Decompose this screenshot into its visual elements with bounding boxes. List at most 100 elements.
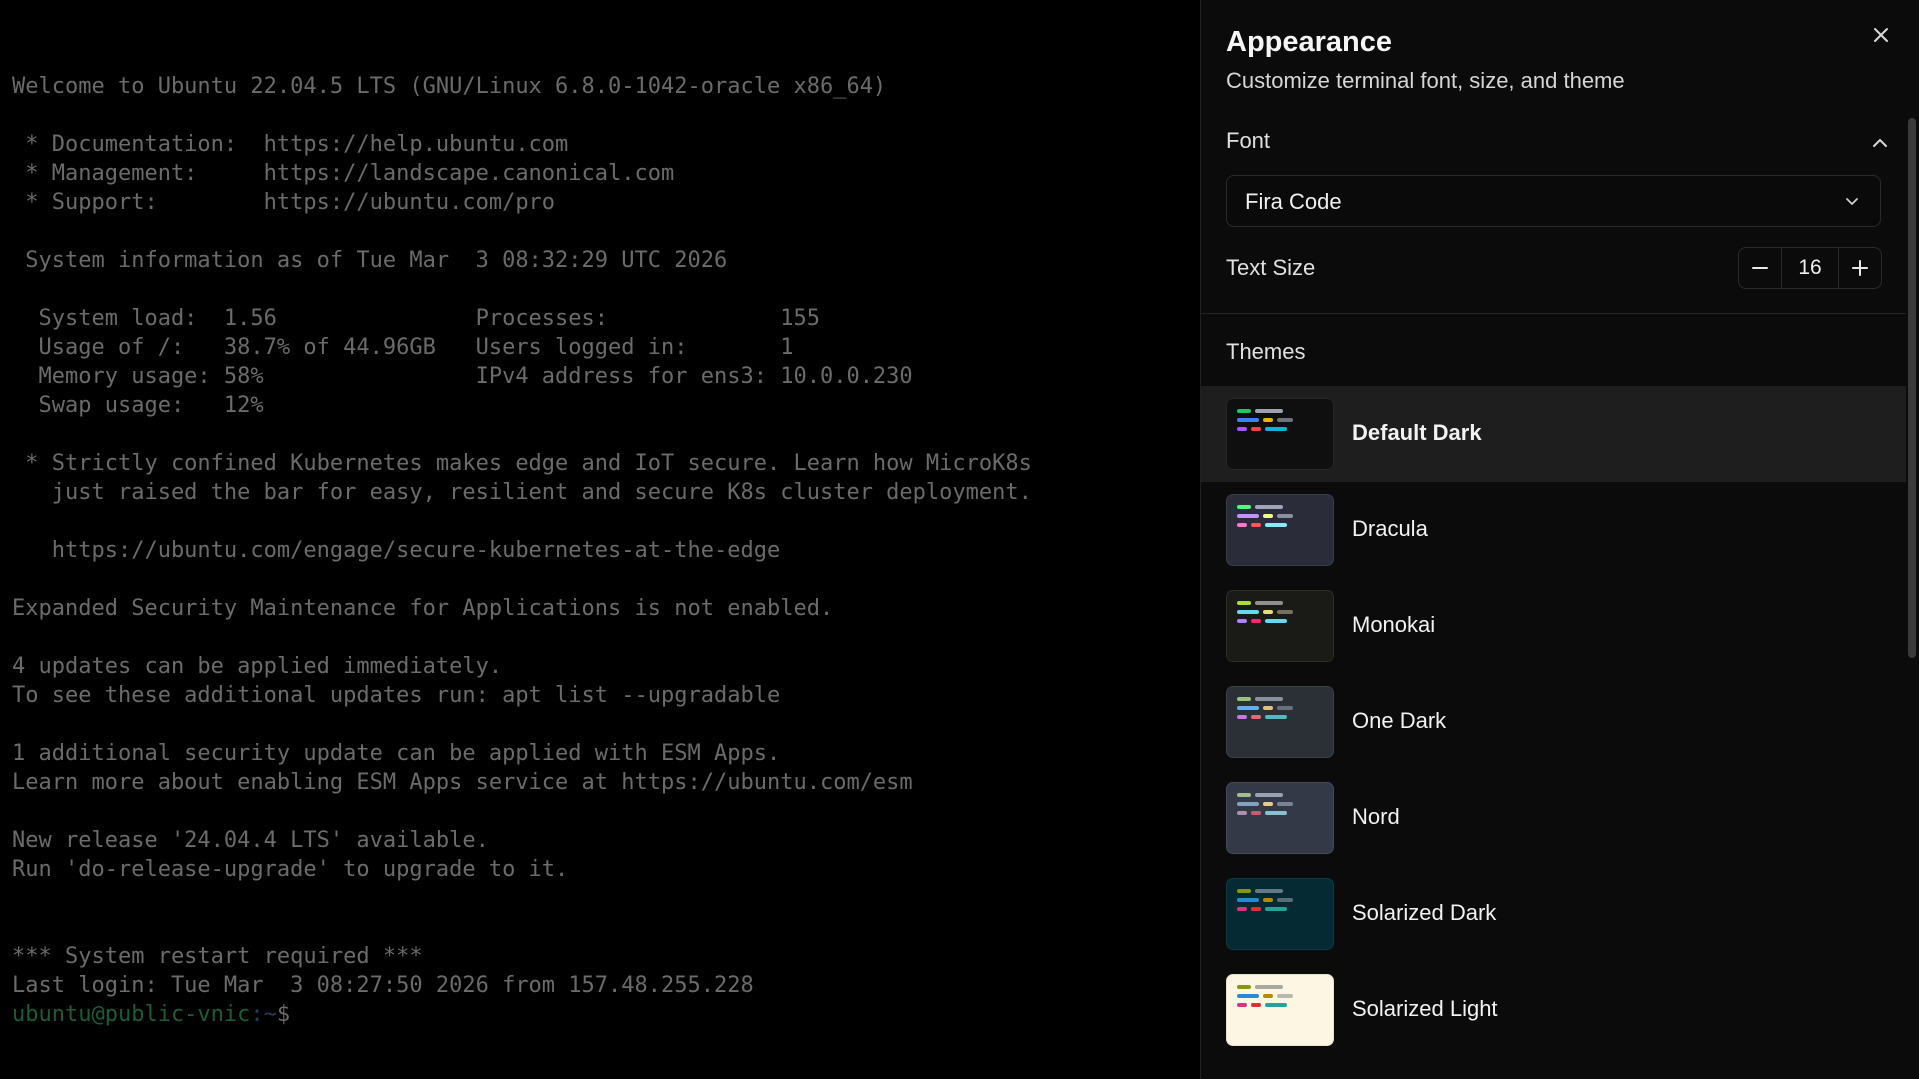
preview-bar	[1265, 811, 1287, 815]
font-section-label: Font	[1226, 128, 1271, 153]
preview-bar	[1277, 994, 1293, 998]
preview-bar	[1265, 907, 1287, 911]
prompt-symbol: $	[276, 1002, 291, 1027]
theme-name: Default Dark	[1352, 420, 1482, 445]
preview-bar	[1263, 514, 1273, 518]
theme-name: One Dark	[1352, 708, 1447, 733]
preview-bar	[1277, 418, 1293, 422]
appearance-panel: Appearance Customize terminal font, size…	[1200, 0, 1919, 1079]
theme-name: Monokai	[1352, 612, 1436, 637]
font-select[interactable]: Fira Code	[1226, 175, 1881, 227]
preview-bar	[1263, 898, 1273, 902]
theme-name: Solarized Light	[1352, 996, 1498, 1021]
theme-preview-thumbnail	[1226, 494, 1334, 566]
preview-bar	[1265, 715, 1287, 719]
preview-bar	[1237, 793, 1251, 797]
preview-bar	[1251, 619, 1261, 623]
preview-bar	[1265, 427, 1287, 431]
preview-bar	[1237, 994, 1259, 998]
preview-bar	[1237, 898, 1259, 902]
themes-list: Default Dark Dracula Monokai One Dark Nord So…	[1201, 386, 1906, 1058]
preview-bar	[1251, 715, 1261, 719]
theme-item-one-dark[interactable]: One Dark	[1201, 674, 1906, 770]
preview-bar	[1237, 907, 1247, 911]
theme-item-solarized-light[interactable]: Solarized Light	[1201, 962, 1906, 1058]
theme-item-solarized-dark[interactable]: Solarized Dark	[1201, 866, 1906, 962]
prompt-path: :~	[250, 1002, 277, 1027]
preview-bar	[1255, 889, 1283, 893]
terminal-window[interactable]: Welcome to Ubuntu 22.04.5 LTS (GNU/Linux…	[0, 0, 1200, 1079]
preview-bar	[1237, 985, 1251, 989]
theme-preview-thumbnail	[1226, 878, 1334, 950]
text-size-label: Text Size	[1226, 255, 1316, 280]
chevron-down-icon	[1842, 191, 1862, 211]
preview-bar	[1237, 619, 1247, 623]
preview-bar	[1251, 907, 1261, 911]
preview-bar	[1265, 523, 1287, 527]
decrease-size-button[interactable]	[1739, 248, 1781, 288]
theme-item-monokai[interactable]: Monokai	[1201, 578, 1906, 674]
preview-bar	[1237, 418, 1259, 422]
preview-bar	[1237, 697, 1251, 701]
panel-title: Appearance	[1226, 26, 1393, 58]
preview-bar	[1237, 1003, 1247, 1007]
theme-preview-thumbnail	[1226, 782, 1334, 854]
close-icon[interactable]	[1866, 20, 1896, 50]
theme-name: Nord	[1352, 804, 1400, 829]
preview-bar	[1251, 427, 1261, 431]
preview-bar	[1255, 985, 1283, 989]
terminal-output: Welcome to Ubuntu 22.04.5 LTS (GNU/Linux…	[12, 74, 1032, 1027]
theme-item-default-dark[interactable]: Default Dark	[1201, 386, 1906, 482]
theme-name: Solarized Dark	[1352, 900, 1497, 925]
scrollbar-thumb[interactable]	[1908, 118, 1916, 658]
font-select-value: Fira Code	[1245, 189, 1342, 214]
preview-bar	[1277, 898, 1293, 902]
prompt-user: ubuntu@public-vnic	[12, 1002, 251, 1027]
preview-bar	[1255, 409, 1283, 413]
preview-bar	[1277, 610, 1293, 614]
preview-bar	[1277, 514, 1293, 518]
chevron-up-icon[interactable]	[1869, 132, 1891, 154]
font-section-header[interactable]: Font	[1226, 128, 1891, 158]
theme-item-nord[interactable]: Nord	[1201, 770, 1906, 866]
theme-preview-thumbnail	[1226, 590, 1334, 662]
text-size-value[interactable]: 16	[1781, 248, 1839, 288]
theme-preview-thumbnail	[1226, 398, 1334, 470]
preview-bar	[1237, 505, 1251, 509]
preview-bar	[1255, 505, 1283, 509]
text-size-stepper: 16	[1738, 247, 1882, 289]
preview-bar	[1237, 601, 1251, 605]
preview-bar	[1265, 619, 1287, 623]
preview-bar	[1263, 610, 1273, 614]
preview-bar	[1237, 715, 1247, 719]
preview-bar	[1255, 793, 1283, 797]
preview-bar	[1265, 1003, 1287, 1007]
preview-bar	[1237, 427, 1247, 431]
preview-bar	[1237, 523, 1247, 527]
preview-bar	[1263, 418, 1273, 422]
preview-bar	[1237, 802, 1259, 806]
preview-bar	[1277, 706, 1293, 710]
preview-bar	[1237, 811, 1247, 815]
preview-bar	[1237, 706, 1259, 710]
preview-bar	[1251, 523, 1261, 527]
preview-bar	[1263, 994, 1273, 998]
preview-bar	[1255, 601, 1283, 605]
preview-bar	[1277, 802, 1293, 806]
preview-bar	[1263, 802, 1273, 806]
section-divider	[1201, 313, 1906, 314]
preview-bar	[1255, 697, 1283, 701]
preview-bar	[1251, 811, 1261, 815]
preview-bar	[1237, 514, 1259, 518]
preview-bar	[1237, 409, 1251, 413]
theme-preview-thumbnail	[1226, 974, 1334, 1046]
increase-size-button[interactable]	[1839, 248, 1881, 288]
theme-preview-thumbnail	[1226, 686, 1334, 758]
themes-label: Themes	[1226, 339, 1306, 364]
theme-item-dracula[interactable]: Dracula	[1201, 482, 1906, 578]
preview-bar	[1251, 1003, 1261, 1007]
panel-subtitle: Customize terminal font, size, and theme	[1226, 68, 1625, 93]
preview-bar	[1237, 889, 1251, 893]
preview-bar	[1237, 610, 1259, 614]
theme-name: Dracula	[1352, 516, 1428, 541]
